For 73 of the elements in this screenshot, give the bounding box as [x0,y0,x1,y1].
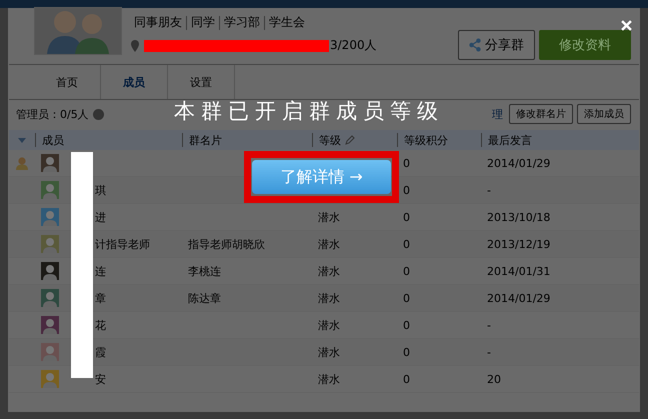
avatar-icon [41,208,59,226]
column-header[interactable]: 最后发言 [488,132,532,148]
learn-more-button[interactable]: 了解详情 → [252,160,391,194]
table-cell: 指导老师胡晓欣 [188,238,265,250]
table-cell: 2014/01/29 [487,156,550,170]
table-cell: 2013/12/19 [487,238,550,250]
column-header[interactable]: 群名片 [189,132,222,148]
pencil-icon[interactable] [345,135,355,145]
group-tag[interactable]: 学习部 [220,14,264,31]
table-cell: - [487,318,491,332]
share-icon [469,38,481,52]
avatar-icon [41,370,59,388]
table-cell: 20 [487,372,501,386]
group-tag[interactable]: 同学 [187,14,219,31]
member-name: 霞 [95,344,106,360]
avatar-icon [41,181,59,199]
table-cell: 0 [403,156,410,170]
avatar-icon [41,235,59,253]
sort-caret-icon[interactable] [18,138,26,142]
table-cell: 0 [403,264,410,278]
edit-profile-button[interactable]: 修改资料 [539,30,631,60]
table-cell: 0 [403,292,410,304]
member-name: 花 [95,318,106,332]
member-name: 进 [95,210,106,224]
table-cell: 李桃连 [188,264,221,278]
table-cell: 潜水 [318,292,340,304]
table-cell: 2014/01/29 [487,292,550,304]
member-name: 计指导老师 [95,236,150,252]
close-icon[interactable] [621,20,633,32]
table-cell: 潜水 [318,264,340,278]
tab[interactable]: 首页 [34,65,101,99]
table-cell: - [487,346,491,358]
table-cell: 潜水 [318,210,340,224]
column-header[interactable]: 成员 [42,132,64,148]
table-cell: - [487,184,491,196]
table-cell: 0 [403,238,410,250]
group-avatar-icon [34,7,122,55]
table-cell: 陈达章 [188,292,221,304]
avatar-icon [41,343,59,361]
toolbar-button[interactable]: 添加成员 [577,104,631,124]
admin-count: 管理员：0/5人 [16,106,89,122]
share-group-button[interactable]: 分享群 [458,30,535,60]
member-count: 3/200人 [330,37,377,54]
help-icon[interactable] [92,108,104,120]
table-cell: 2013/10/18 [487,210,550,224]
tab[interactable]: 成员 [101,65,168,99]
table-cell: 0 [403,318,410,332]
table-cell: 潜水 [318,346,340,358]
avatar-icon [41,262,59,280]
table-cell: 0 [403,372,410,386]
table-cell: 0 [403,346,410,358]
table-cell: 潜水 [318,238,340,250]
avatar-icon [41,316,59,334]
table-cell: 0 [403,210,410,224]
table-cell: 潜水 [318,372,340,386]
column-header[interactable]: 等级 [319,132,341,148]
toolbar-button[interactable]: 修改群名片 [509,104,573,124]
table-cell: 0 [403,184,410,196]
member-name: 安 [95,372,106,386]
group-tag[interactable]: 同事朋友 [130,14,186,31]
avatar-icon [41,154,59,172]
location-pin-icon [131,40,139,52]
member-name: 章 [95,290,106,306]
table-cell: 潜水 [318,318,340,332]
member-name: 琪 [95,182,106,198]
member-name: 连 [95,264,106,278]
avatar-icon [41,289,59,307]
tab[interactable]: 设置 [168,65,235,99]
group-tag[interactable]: 学生会 [265,14,309,31]
manage-link[interactable]: 理 [492,106,503,122]
column-header[interactable]: 等级积分 [404,132,448,148]
table-cell: 2014/01/31 [487,264,550,278]
notice-caption: 本群已开启群成员等级 [174,98,444,125]
